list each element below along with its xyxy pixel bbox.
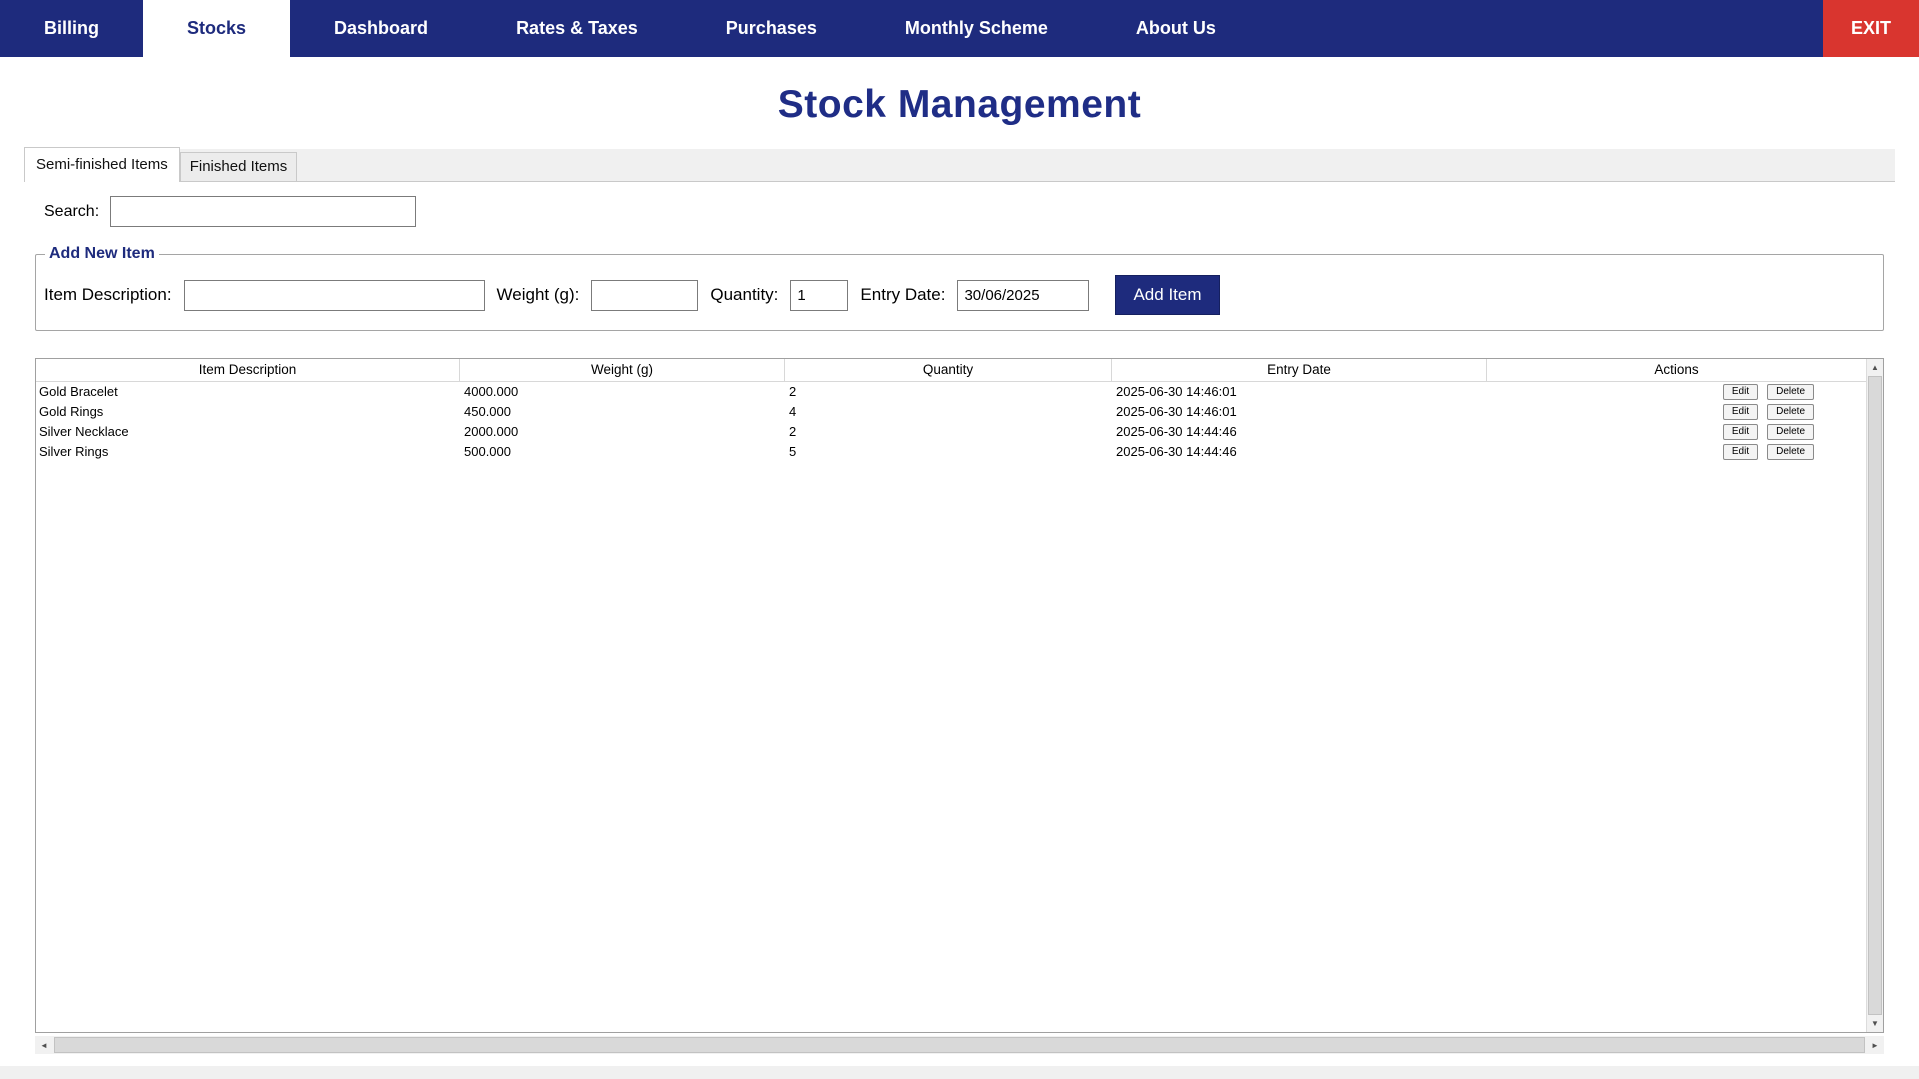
header-item-description[interactable]: Item Description [36,359,460,381]
window-bottom-strip [0,1066,1919,1079]
search-input[interactable] [110,196,416,227]
tab-pane: Search: Add New Item Item Description: W… [24,182,1895,1054]
header-quantity[interactable]: Quantity [785,359,1112,381]
nav-item-rates-taxes[interactable]: Rates & Taxes [472,0,682,57]
cell-actions: Edit Delete [1487,422,1866,442]
cell-quantity: 2 [785,382,1112,402]
edit-button[interactable]: Edit [1723,424,1758,440]
search-label: Search: [44,203,99,221]
scroll-down-icon[interactable]: ▼ [1867,1015,1883,1032]
add-new-item-groupbox: Add New Item Item Description: Weight (g… [35,245,1884,331]
header-weight[interactable]: Weight (g) [460,359,785,381]
nav-item-stocks[interactable]: Stocks [143,0,290,57]
cell-entry-date: 2025-06-30 14:44:46 [1112,442,1487,462]
nav-item-billing[interactable]: Billing [0,0,143,57]
horizontal-scroll-thumb[interactable] [54,1037,1865,1053]
search-row: Search: [44,196,1884,227]
stock-table-area: Item Description Weight (g) Quantity Ent… [35,358,1884,1054]
nav-item-about-us[interactable]: About Us [1092,0,1260,57]
table-row[interactable]: Silver Necklace 2000.000 2 2025-06-30 14… [36,422,1866,442]
cell-item-description: Silver Necklace [36,422,460,442]
cell-weight: 500.000 [460,442,785,462]
cell-weight: 4000.000 [460,382,785,402]
scroll-left-icon[interactable]: ◄ [35,1036,53,1054]
table-body: Gold Bracelet 4000.000 2 2025-06-30 14:4… [36,382,1866,462]
tab-finished-items[interactable]: Finished Items [180,152,298,181]
header-actions[interactable]: Actions [1487,359,1866,381]
edit-button[interactable]: Edit [1723,384,1758,400]
nav-item-monthly-scheme[interactable]: Monthly Scheme [861,0,1092,57]
stock-table-grid: Item Description Weight (g) Quantity Ent… [36,359,1866,1032]
cell-entry-date: 2025-06-30 14:44:46 [1112,422,1487,442]
add-new-item-legend: Add New Item [45,245,159,263]
top-nav: Billing Stocks Dashboard Rates & Taxes P… [0,0,1919,57]
cell-weight: 450.000 [460,402,785,422]
cell-quantity: 4 [785,402,1112,422]
cell-weight: 2000.000 [460,422,785,442]
exit-button[interactable]: EXIT [1823,0,1919,57]
quantity-label: Quantity: [710,285,778,305]
item-description-label: Item Description: [44,285,172,305]
scroll-right-icon[interactable]: ► [1866,1036,1884,1054]
cell-item-description: Gold Rings [36,402,460,422]
nav-item-purchases[interactable]: Purchases [682,0,861,57]
stock-table: Item Description Weight (g) Quantity Ent… [35,358,1884,1033]
cell-actions: Edit Delete [1487,402,1866,422]
nav-item-dashboard[interactable]: Dashboard [290,0,472,57]
stock-notebook: Semi-finished Items Finished Items Searc… [24,149,1895,1054]
cell-item-description: Silver Rings [36,442,460,462]
scroll-up-icon[interactable]: ▲ [1867,359,1883,376]
table-row[interactable]: Gold Bracelet 4000.000 2 2025-06-30 14:4… [36,382,1866,402]
add-item-button[interactable]: Add Item [1115,275,1219,315]
cell-entry-date: 2025-06-30 14:46:01 [1112,382,1487,402]
item-description-input[interactable] [184,280,485,311]
cell-entry-date: 2025-06-30 14:46:01 [1112,402,1487,422]
cell-quantity: 2 [785,422,1112,442]
vertical-scroll-thumb[interactable] [1868,376,1882,1015]
weight-input[interactable] [591,280,698,311]
app-window: Billing Stocks Dashboard Rates & Taxes P… [0,0,1919,1079]
header-entry-date[interactable]: Entry Date [1112,359,1487,381]
edit-button[interactable]: Edit [1723,444,1758,460]
tab-strip: Semi-finished Items Finished Items [24,149,1895,182]
quantity-input[interactable] [790,280,848,311]
delete-button[interactable]: Delete [1767,384,1814,400]
cell-actions: Edit Delete [1487,442,1866,462]
delete-button[interactable]: Delete [1767,444,1814,460]
table-row[interactable]: Silver Rings 500.000 5 2025-06-30 14:44:… [36,442,1866,462]
delete-button[interactable]: Delete [1767,424,1814,440]
tab-semi-finished-items[interactable]: Semi-finished Items [24,147,180,182]
weight-label: Weight (g): [497,285,580,305]
table-row[interactable]: Gold Rings 450.000 4 2025-06-30 14:46:01… [36,402,1866,422]
vertical-scrollbar[interactable]: ▲ ▼ [1866,359,1883,1032]
cell-actions: Edit Delete [1487,382,1866,402]
entry-date-input[interactable] [957,280,1089,311]
entry-date-label: Entry Date: [860,285,945,305]
delete-button[interactable]: Delete [1767,404,1814,420]
page-title: Stock Management [0,83,1919,127]
table-header-row: Item Description Weight (g) Quantity Ent… [36,359,1866,382]
horizontal-scrollbar[interactable]: ◄ ► [35,1036,1884,1054]
edit-button[interactable]: Edit [1723,404,1758,420]
cell-quantity: 5 [785,442,1112,462]
cell-item-description: Gold Bracelet [36,382,460,402]
add-new-item-form: Item Description: Weight (g): Quantity: … [44,275,1875,315]
